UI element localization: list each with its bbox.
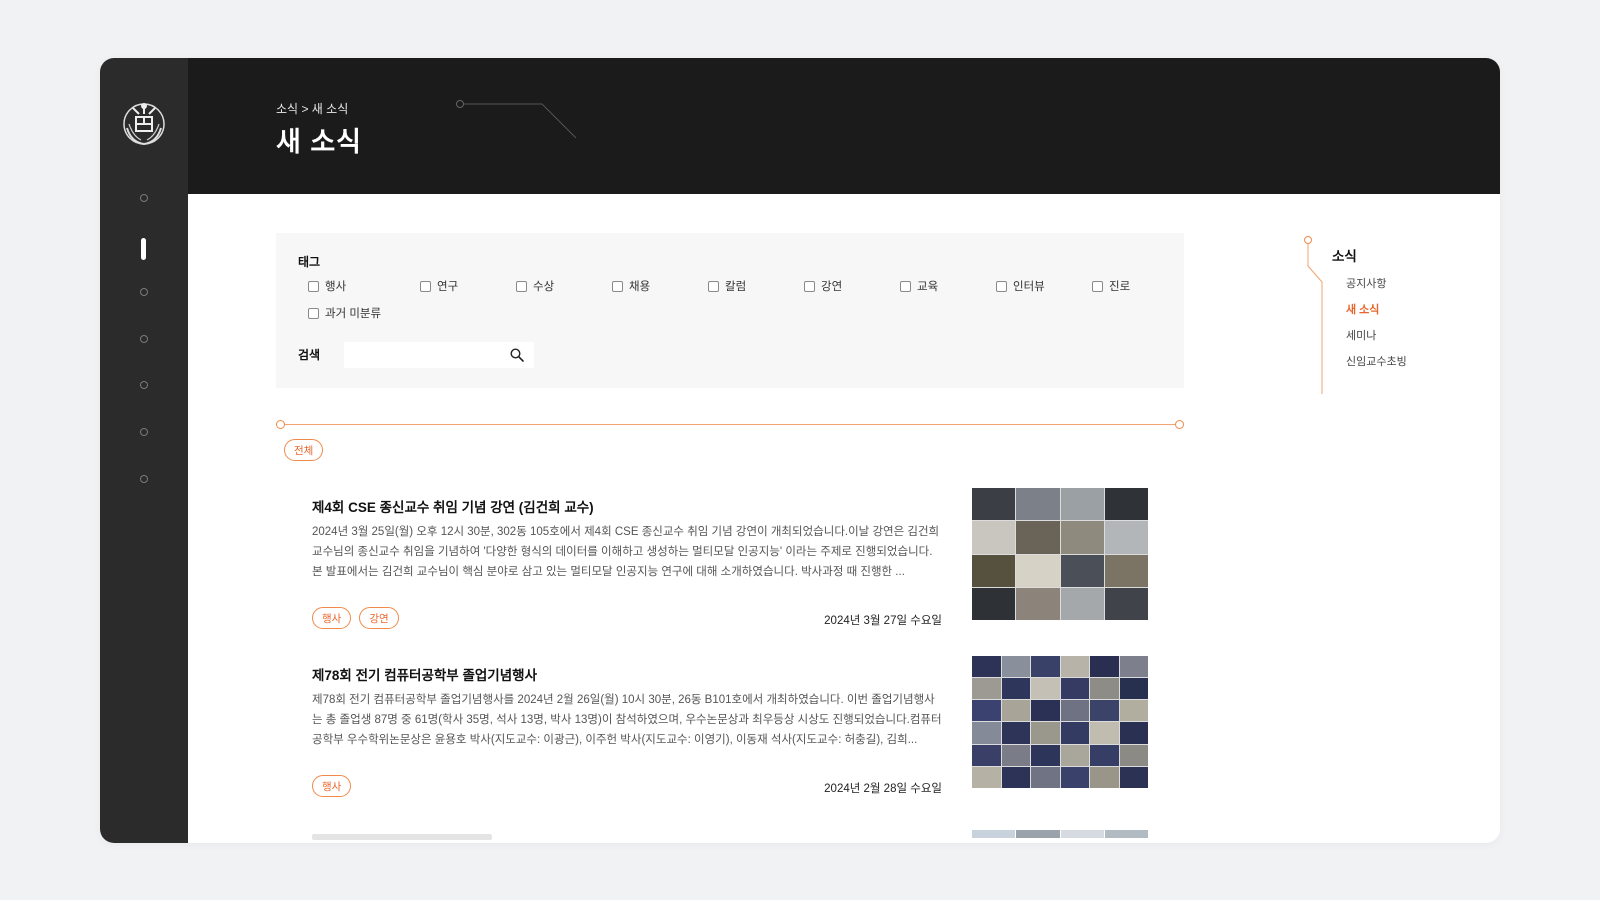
breadcrumb-current[interactable]: 새 소식 bbox=[312, 102, 348, 116]
post-thumbnail-image[interactable] bbox=[972, 656, 1148, 788]
side-nav-item-seminar[interactable]: 세미나 bbox=[1346, 327, 1376, 343]
tag-checkbox-label: 수상 bbox=[533, 281, 555, 293]
left-rail bbox=[100, 58, 188, 843]
search-icon[interactable] bbox=[510, 348, 524, 362]
rail-nav-active-indicator[interactable] bbox=[141, 238, 146, 260]
post-tags: 행사 강연 bbox=[312, 607, 399, 629]
tag-checkbox-label: 과거 미분류 bbox=[325, 308, 382, 320]
tag-checkbox-interview[interactable]: 인터뷰 bbox=[996, 278, 1045, 294]
checkbox-icon[interactable] bbox=[308, 280, 319, 292]
post-title[interactable]: 제4회 CSE 종신교수 취임 기념 강연 (김건희 교수) bbox=[312, 496, 594, 516]
post-thumbnail-image[interactable] bbox=[972, 488, 1148, 620]
tag-checkbox-career[interactable]: 진로 bbox=[1092, 278, 1130, 294]
tag-checkbox-education[interactable]: 교육 bbox=[900, 278, 938, 294]
page-title: 새 소식 bbox=[276, 127, 363, 157]
tag-checkbox-event[interactable]: 행사 bbox=[308, 278, 346, 294]
rail-nav-dot-3[interactable] bbox=[140, 288, 148, 296]
post-date: 2024년 2월 28일 수요일 bbox=[824, 783, 942, 795]
checkbox-icon[interactable] bbox=[996, 280, 1007, 292]
tag-checkbox-label: 인터뷰 bbox=[1013, 281, 1045, 293]
breadcrumb-section[interactable]: 소식 bbox=[276, 102, 298, 116]
post-tag-chip[interactable]: 행사 bbox=[312, 607, 352, 629]
checkbox-icon[interactable] bbox=[708, 280, 719, 292]
breadcrumb: 소식 > 새 소식 bbox=[276, 100, 348, 117]
side-nav-item-news[interactable]: 새 소식 bbox=[1346, 301, 1379, 317]
search-label: 검색 bbox=[298, 348, 321, 362]
post-excerpt: 2024년 3월 25일(월) 오후 12시 30분, 302동 105호에서 … bbox=[312, 526, 940, 578]
tag-checkbox-label: 칼럼 bbox=[725, 281, 747, 293]
university-emblem-logo[interactable] bbox=[119, 98, 169, 148]
side-nav-item-notice[interactable]: 공지사항 bbox=[1346, 275, 1386, 291]
side-nav-item-faculty-recruit[interactable]: 신임교수초빙 bbox=[1346, 353, 1407, 369]
partial-post-title bbox=[312, 834, 492, 840]
checkbox-icon[interactable] bbox=[420, 280, 431, 292]
news-post: 제78회 전기 컴퓨터공학부 졸업기념행사 제78회 전기 컴퓨터공학부 졸업기… bbox=[312, 656, 1152, 799]
tag-checkbox-uncategorized[interactable]: 과거 미분류 bbox=[308, 305, 381, 321]
filter-panel: 태그 행사 연구 수상 채용 칼럼 강연 교육 인터뷰 진로 과거 미분류 검색 bbox=[276, 233, 1184, 388]
post-tag-chip[interactable]: 행사 bbox=[312, 775, 352, 797]
post-title[interactable]: 제78회 전기 컴퓨터공학부 졸업기념행사 bbox=[312, 664, 537, 684]
post-excerpt: 제78회 전기 컴퓨터공학부 졸업기념행사를 2024년 2월 26일(월) 1… bbox=[312, 694, 942, 746]
rail-nav-dot-7[interactable] bbox=[140, 475, 148, 483]
tag-checkbox-label: 교육 bbox=[917, 281, 939, 293]
tag-checkbox-label: 강연 bbox=[821, 281, 843, 293]
timeline-divider bbox=[280, 424, 1180, 425]
tag-checkbox-lecture[interactable]: 강연 bbox=[804, 278, 842, 294]
post-tag-chip[interactable]: 강연 bbox=[359, 607, 399, 629]
tag-checkbox-recruit[interactable]: 채용 bbox=[612, 278, 650, 294]
rail-nav-dot-4[interactable] bbox=[140, 335, 148, 343]
post-date: 2024년 3월 27일 수요일 bbox=[824, 615, 942, 627]
checkbox-icon[interactable] bbox=[516, 280, 527, 292]
tag-checkbox-award[interactable]: 수상 bbox=[516, 278, 554, 294]
divider-end-dot bbox=[1175, 420, 1184, 429]
tag-checkbox-label: 채용 bbox=[629, 281, 651, 293]
tag-checkbox-label: 연구 bbox=[437, 281, 459, 293]
checkbox-icon[interactable] bbox=[804, 280, 815, 292]
rail-nav-dot-6[interactable] bbox=[140, 428, 148, 436]
checkbox-icon[interactable] bbox=[1092, 280, 1103, 292]
divider-start-dot bbox=[276, 420, 285, 429]
checkbox-icon[interactable] bbox=[308, 307, 319, 319]
post-tags: 행사 bbox=[312, 775, 352, 797]
breadcrumb-separator: > bbox=[301, 102, 309, 116]
tag-checkbox-label: 진로 bbox=[1109, 281, 1131, 293]
side-nav-title[interactable]: 소식 bbox=[1332, 245, 1357, 265]
partial-thumbnail bbox=[972, 830, 1148, 838]
rail-nav-dot-5[interactable] bbox=[140, 381, 148, 389]
tag-checkbox-column[interactable]: 칼럼 bbox=[708, 278, 746, 294]
tag-checkbox-label: 행사 bbox=[325, 281, 347, 293]
tag-filter-label: 태그 bbox=[298, 255, 321, 269]
news-post-partial bbox=[312, 830, 1152, 843]
checkbox-icon[interactable] bbox=[900, 280, 911, 292]
checkbox-icon[interactable] bbox=[612, 280, 623, 292]
breadcrumb-decoration bbox=[456, 100, 577, 138]
app-window: 소식 > 새 소식 새 소식 태그 행사 연구 수상 채용 칼럼 강연 교육 인… bbox=[100, 58, 1500, 843]
page-header: 소식 > 새 소식 새 소식 bbox=[188, 58, 1500, 194]
tag-checkbox-research[interactable]: 연구 bbox=[420, 278, 458, 294]
side-nav-decoration bbox=[1304, 236, 1323, 394]
emblem-icon bbox=[123, 103, 165, 146]
filter-chip-all[interactable]: 전체 bbox=[284, 439, 324, 461]
search-input[interactable] bbox=[344, 342, 504, 368]
rail-nav-dot-1[interactable] bbox=[140, 194, 148, 202]
search-box bbox=[344, 342, 534, 368]
news-post: 제4회 CSE 종신교수 취임 기념 강연 (김건희 교수) 2024년 3월 … bbox=[312, 488, 1152, 631]
